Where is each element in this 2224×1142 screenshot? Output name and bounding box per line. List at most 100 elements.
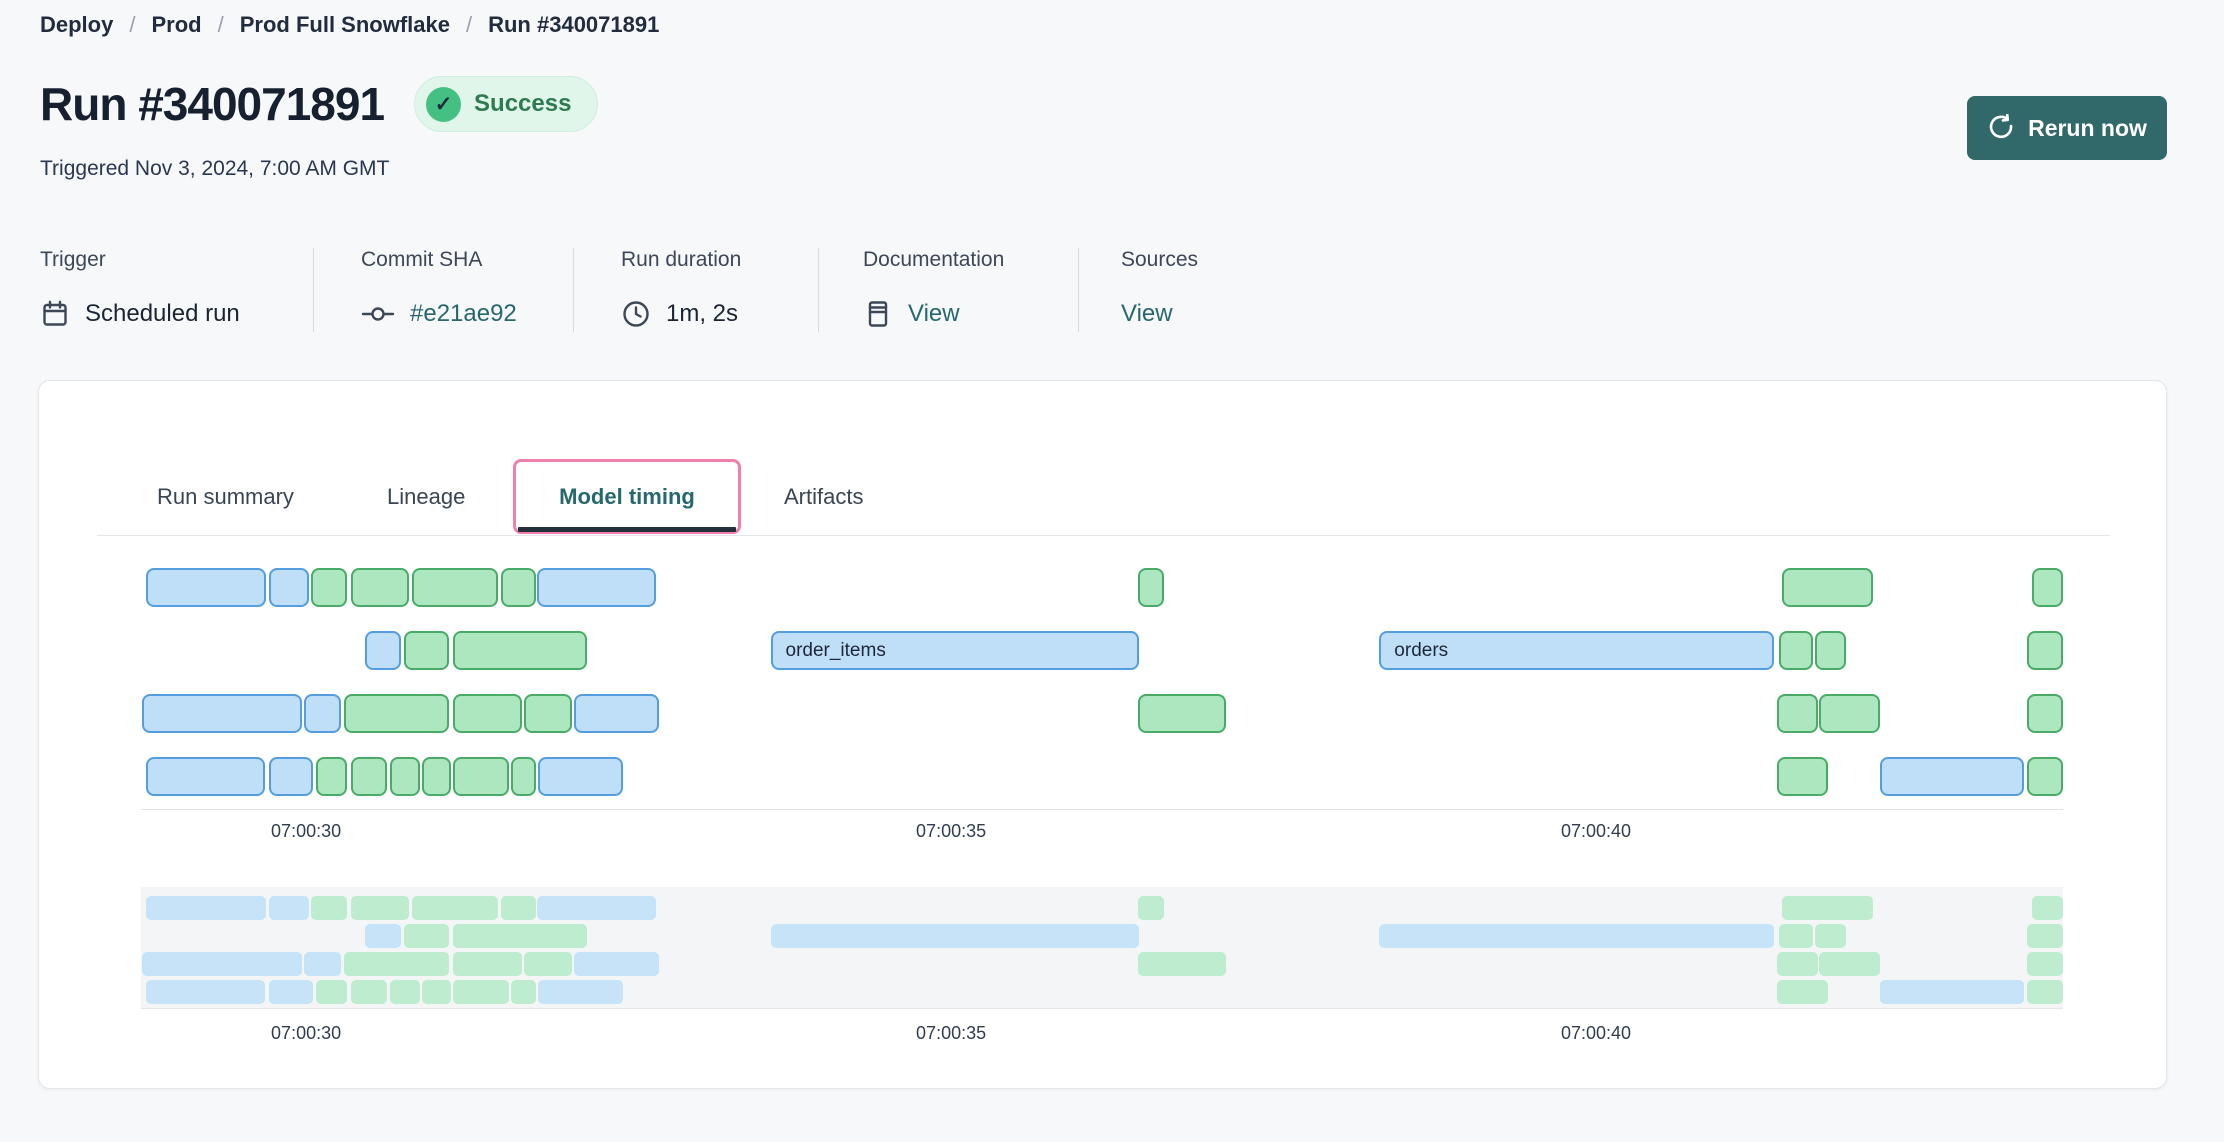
tabs-divider <box>97 535 2110 536</box>
breadcrumb-deploy[interactable]: Deploy <box>40 12 113 38</box>
time-axis-labels: 07:00:3007:00:3507:00:40 <box>141 821 2063 847</box>
triggered-timestamp: Triggered Nov 3, 2024, 7:00 AM GMT <box>40 157 389 181</box>
gantt-bar[interactable] <box>1815 631 1846 670</box>
gantt-bar[interactable] <box>453 631 587 670</box>
gantt-bar[interactable] <box>1777 757 1829 796</box>
tab-artifacts[interactable]: Artifacts <box>784 459 863 534</box>
gantt-bar[interactable] <box>1819 694 1880 733</box>
timeline-minimap[interactable] <box>141 887 2063 1009</box>
gantt-bar[interactable] <box>1777 694 1818 733</box>
gantt-bar <box>1777 980 1829 1004</box>
title-row: Run #340071891 ✓ Success <box>40 76 598 132</box>
gantt-bar[interactable] <box>390 757 420 796</box>
info-col-duration: Run duration 1m, 2s <box>573 248 818 332</box>
gantt-bar <box>146 896 266 920</box>
time-tick-label: 07:00:40 <box>1516 821 1676 842</box>
gantt-bar[interactable] <box>2027 757 2063 796</box>
status-badge-label: Success <box>474 90 571 118</box>
tab-run-summary[interactable]: Run summary <box>157 459 294 534</box>
gantt-bar <box>2027 924 2063 948</box>
run-info-row: Trigger Scheduled run Commit SHA #e21ae9… <box>40 248 1378 332</box>
gantt-bar <box>453 924 587 948</box>
info-col-documentation: Documentation View <box>818 248 1078 332</box>
gantt-bar[interactable] <box>1782 568 1874 607</box>
gantt-bar[interactable] <box>304 694 341 733</box>
info-label: Run duration <box>621 248 818 276</box>
gantt-bar[interactable] <box>422 757 450 796</box>
gantt-bar <box>511 980 536 1004</box>
gantt-bar <box>1777 952 1818 976</box>
status-badge: ✓ Success <box>414 76 598 132</box>
breadcrumb-job[interactable]: Prod Full Snowflake <box>240 12 450 38</box>
gantt-bar[interactable] <box>344 694 450 733</box>
gantt-bar[interactable] <box>311 568 347 607</box>
gantt-bar[interactable] <box>538 757 623 796</box>
gantt-bar[interactable] <box>146 568 266 607</box>
gantt-bar <box>412 896 498 920</box>
gantt-bar-order_items[interactable]: order_items <box>771 631 1140 670</box>
gantt-bar <box>1138 896 1164 920</box>
gantt-bar <box>390 980 420 1004</box>
tab-lineage[interactable]: Lineage <box>387 459 465 534</box>
info-label: Trigger <box>40 248 313 276</box>
gantt-bar[interactable] <box>453 694 521 733</box>
gantt-bar <box>304 952 341 976</box>
gantt-bar[interactable] <box>2027 694 2063 733</box>
info-label: Sources <box>1121 248 1378 276</box>
info-col-sources: Sources View <box>1078 248 1378 332</box>
gantt-bar[interactable] <box>574 694 659 733</box>
gantt-bar[interactable] <box>537 568 656 607</box>
rerun-now-button[interactable]: Rerun now <box>1967 96 2167 160</box>
gantt-bar[interactable] <box>1779 631 1813 670</box>
gantt-bar <box>1880 980 2025 1004</box>
gantt-bar-orders[interactable]: orders <box>1379 631 1774 670</box>
gantt-bar <box>269 980 313 1004</box>
gantt-bar <box>142 952 302 976</box>
gantt-bar[interactable] <box>365 631 401 670</box>
gantt-bar[interactable] <box>404 631 449 670</box>
gantt-bar[interactable] <box>1138 568 1164 607</box>
gantt-bar[interactable] <box>2027 631 2063 670</box>
gantt-bar[interactable] <box>142 694 302 733</box>
model-timing-gantt: order_items orders <box>141 568 2063 797</box>
gantt-bar[interactable] <box>2032 568 2063 607</box>
gantt-bar[interactable] <box>511 757 536 796</box>
sources-view-link[interactable]: View <box>1121 300 1173 328</box>
time-tick-label: 07:00:40 <box>1516 1023 1676 1044</box>
gantt-bar[interactable] <box>501 568 536 607</box>
commit-sha-link[interactable]: #e21ae92 <box>410 300 517 328</box>
run-duration-value: 1m, 2s <box>666 300 738 328</box>
documentation-view-link[interactable]: View <box>908 300 960 328</box>
info-label: Commit SHA <box>361 248 573 276</box>
gantt-bar[interactable] <box>146 757 265 796</box>
gantt-bar[interactable] <box>269 568 309 607</box>
time-tick-label: 07:00:35 <box>871 1023 1031 1044</box>
gantt-bar[interactable] <box>351 568 409 607</box>
gantt-bar <box>524 952 572 976</box>
breadcrumb-separator: / <box>218 12 224 38</box>
gantt-bar[interactable] <box>1138 694 1226 733</box>
gantt-bar <box>146 980 265 1004</box>
info-col-commit: Commit SHA #e21ae92 <box>313 248 573 332</box>
gantt-bar-label: order_items <box>773 640 886 662</box>
breadcrumb-separator: / <box>129 12 135 38</box>
time-axis-line <box>141 809 2063 810</box>
gantt-bar[interactable] <box>351 757 387 796</box>
page-title: Run #340071891 <box>40 77 384 131</box>
gantt-bar[interactable] <box>1880 757 2025 796</box>
gantt-bar[interactable] <box>269 757 313 796</box>
breadcrumb-prod[interactable]: Prod <box>151 12 201 38</box>
time-tick-label: 07:00:30 <box>226 1023 386 1044</box>
gantt-bar <box>1815 924 1846 948</box>
gantt-bar <box>1819 952 1880 976</box>
gantt-bar[interactable] <box>412 568 498 607</box>
info-col-trigger: Trigger Scheduled run <box>40 248 313 332</box>
rerun-now-label: Rerun now <box>2028 115 2147 142</box>
gantt-bar[interactable] <box>453 757 509 796</box>
gantt-bar[interactable] <box>316 757 347 796</box>
run-detail-card: Run summary Lineage Model timing Artifac… <box>38 380 2167 1089</box>
tab-model-timing[interactable]: Model timing <box>513 459 741 534</box>
time-tick-label: 07:00:30 <box>226 821 386 842</box>
gantt-bar[interactable] <box>524 694 572 733</box>
gantt-bar-orders <box>1379 924 1774 948</box>
